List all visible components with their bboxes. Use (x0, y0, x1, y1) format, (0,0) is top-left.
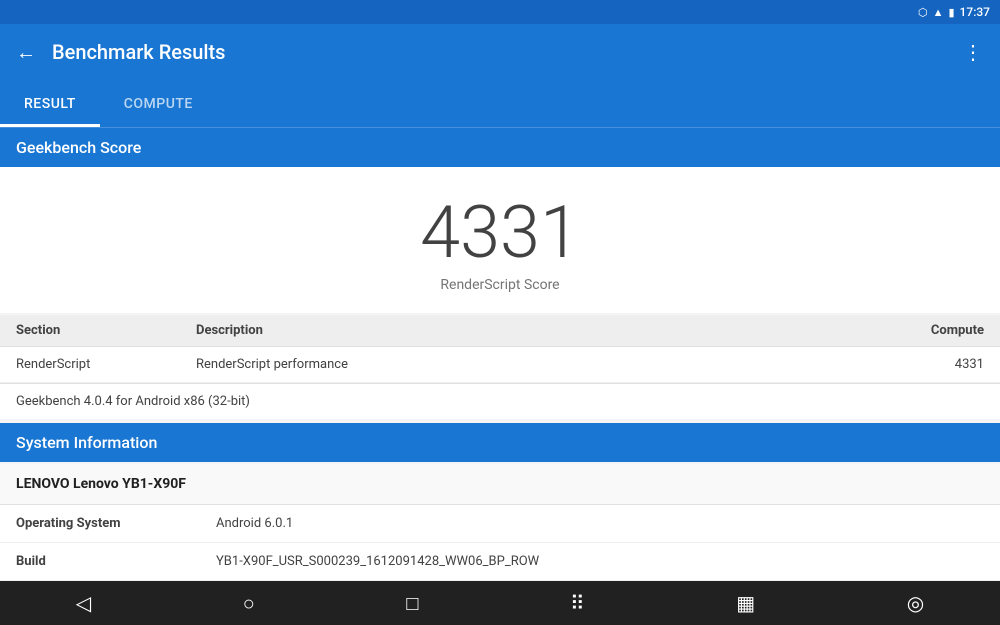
system-info-row-build: Build YB1-X90F_USR_S000239_1612091428_WW… (0, 543, 1000, 581)
content-area: Geekbench Score 4331 RenderScript Score … (0, 128, 1000, 581)
back-nav-icon[interactable]: ◁ (76, 591, 91, 615)
table-footer: Geekbench 4.0.4 for Android x86 (32-bit) (0, 383, 1000, 419)
system-info-row-os: Operating System Android 6.0.1 (0, 505, 1000, 543)
system-section-header: System Information (0, 423, 1000, 462)
screenshot-icon: ⬡ (918, 6, 928, 19)
nav-bar: ◁ ○ □ ⠿ ▦ ◎ (0, 581, 1000, 625)
col-header-description: Description (196, 323, 884, 338)
row-description: RenderScript performance (196, 357, 884, 372)
score-label: RenderScript Score (16, 277, 984, 293)
system-info-section: LENOVO Lenovo YB1-X90F Operating System … (0, 464, 1000, 581)
col-header-section: Section (16, 323, 196, 338)
row-section: RenderScript (16, 357, 196, 372)
battery-icon: ▮ (948, 6, 954, 19)
status-time: 17:37 (960, 5, 990, 19)
home-nav-icon[interactable]: ○ (243, 591, 255, 616)
settings-nav-icon[interactable]: ◎ (907, 591, 924, 615)
geekbench-section-header: Geekbench Score (0, 128, 1000, 167)
tab-result[interactable]: RESULT (0, 80, 100, 127)
recent-nav-icon[interactable]: □ (406, 591, 418, 616)
col-header-compute: Compute (884, 323, 984, 338)
geekbench-score: 4331 (16, 197, 984, 269)
os-label: Operating System (16, 516, 216, 531)
table-header: Section Description Compute (0, 315, 1000, 347)
tab-compute[interactable]: COMPUTE (100, 80, 217, 127)
bench-nav-icon[interactable]: ▦ (736, 591, 755, 615)
table-row: RenderScript RenderScript performance 43… (0, 347, 1000, 383)
row-compute: 4331 (884, 357, 984, 372)
device-name: LENOVO Lenovo YB1-X90F (0, 464, 1000, 505)
page-title: Benchmark Results (52, 40, 947, 64)
more-options-button[interactable]: ⋮ (963, 40, 984, 64)
wifi-icon: ▲ (933, 6, 944, 19)
results-table: Section Description Compute RenderScript… (0, 315, 1000, 419)
tab-bar: RESULT COMPUTE (0, 80, 1000, 128)
app-header: ← Benchmark Results ⋮ (0, 24, 1000, 80)
os-value: Android 6.0.1 (216, 516, 984, 531)
back-button[interactable]: ← (16, 40, 36, 65)
score-box: 4331 RenderScript Score (0, 167, 1000, 313)
build-value: YB1-X90F_USR_S000239_1612091428_WW06_BP_… (216, 554, 984, 569)
build-label: Build (16, 554, 216, 569)
status-bar: ⬡ ▲ ▮ 17:37 (0, 0, 1000, 24)
status-icons: ⬡ ▲ ▮ 17:37 (918, 5, 990, 19)
apps-nav-icon[interactable]: ⠿ (570, 591, 585, 615)
